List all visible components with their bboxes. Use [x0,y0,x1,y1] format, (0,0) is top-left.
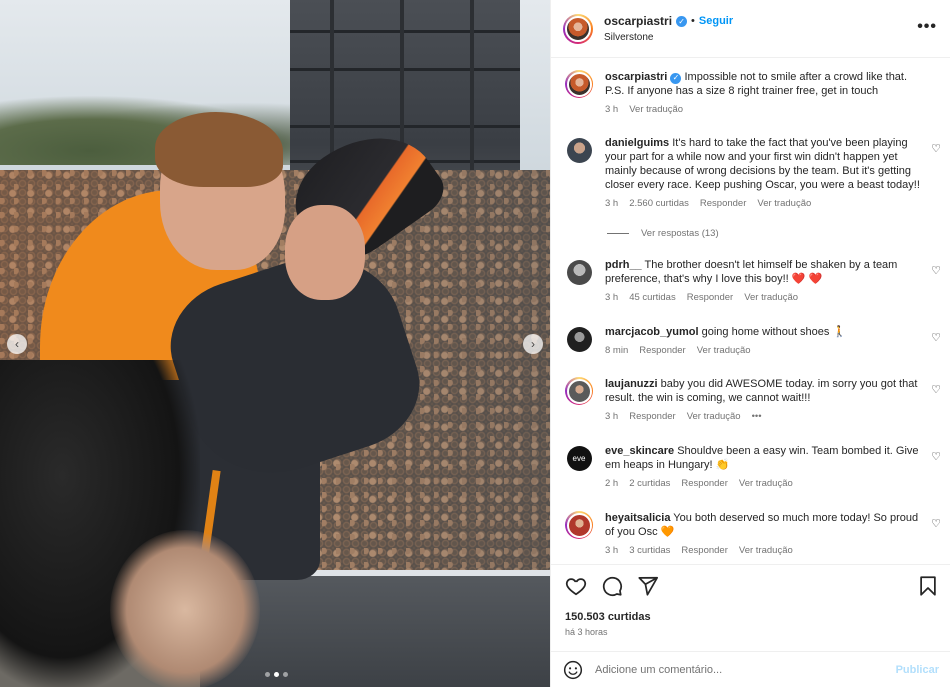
comment-like-heart-icon[interactable]: ♡ [931,383,941,396]
avatar[interactable] [565,511,593,539]
comment-like-heart-icon[interactable]: ♡ [931,142,941,155]
bookmark-icon[interactable] [917,575,939,597]
comment-time: 3 h [605,292,619,303]
post-sidebar: oscarpiastri ✓ • Seguir Silverstone ••• … [550,0,950,687]
chevron-right-icon: › [531,337,535,351]
reply-button[interactable]: Responder [687,292,733,303]
add-comment-bar: Publicar [551,651,950,687]
post-caption: oscarpiastri ✓ Impossible not to smile a… [565,70,945,115]
comment-username[interactable]: marcjacob_yumol [605,326,699,338]
caption-time: 3 h [605,104,619,115]
publish-button[interactable]: Publicar [896,664,939,676]
reply-button[interactable]: Responder [681,478,727,489]
send-icon[interactable] [637,575,659,597]
comment-username[interactable]: heyaitsalicia [605,512,670,524]
comment-item: marcjacob_yumol going home without shoes… [565,325,945,356]
carousel-prev-button[interactable]: ‹ [7,334,27,354]
photo-hand [285,205,365,300]
view-replies-label: Ver respostas (13) [641,228,719,239]
comment-text: going home without shoes 🚶 [701,326,847,338]
carousel-dot-active [274,672,279,677]
comment-time: 8 min [605,345,629,356]
comment-username[interactable]: laujanuzzi [605,378,658,390]
comment-time: 3 h [605,545,619,556]
comment-like-heart-icon[interactable]: ♡ [931,264,941,277]
reply-button[interactable]: Responder [629,411,675,422]
comment-like-heart-icon[interactable]: ♡ [931,450,941,463]
comment-username[interactable]: danielguims [605,137,669,149]
translate-link[interactable]: Ver tradução [697,345,751,356]
comment-username[interactable]: eve_skincare [605,445,674,457]
comment-text: The brother doesn't let himself be shake… [605,259,898,285]
photo-hair [155,112,283,187]
instagram-post: ‹ › oscarpiastri ✓ • Seguir Silverstone [0,0,950,687]
translate-link[interactable]: Ver tradução [629,104,683,115]
comment-time: 3 h [605,411,619,422]
comment-like-heart-icon[interactable]: ♡ [931,517,941,530]
comment-time: 2 h [605,478,619,489]
avatar[interactable] [563,13,593,44]
post-location[interactable]: Silverstone [604,32,733,43]
comment-input[interactable] [595,663,896,676]
comment-item: heyaitsalicia You both deserved so much … [565,511,945,556]
comment-likes[interactable]: 2 curtidas [629,478,670,489]
post-header: oscarpiastri ✓ • Seguir Silverstone ••• [551,0,950,58]
comment-username[interactable]: pdrh__ [605,259,642,271]
heart-icon[interactable] [565,575,587,597]
translate-link[interactable]: Ver tradução [687,411,741,422]
verified-badge-icon: ✓ [670,72,682,84]
emoji-icon[interactable] [563,660,583,680]
post-actions: 150.503 curtidas há 3 horas [551,564,950,652]
comment-likes[interactable]: 2.560 curtidas [629,198,689,209]
comment-item: danielguims It's hard to take the fact t… [565,136,945,209]
translate-link[interactable]: Ver tradução [739,545,793,556]
post-photo[interactable]: ‹ › [0,0,550,687]
post-time-ago: há 3 horas [565,627,608,637]
comment-more-icon[interactable]: ••• [752,411,762,422]
likes-count[interactable]: 150.503 curtidas [565,611,651,623]
follow-button[interactable]: Seguir [699,15,733,27]
view-replies-button[interactable]: Ver respostas (13) [607,228,719,239]
comment-item: laujanuzzi baby you did AWESOME today. i… [565,377,945,422]
avatar[interactable] [565,377,593,405]
avatar[interactable] [565,70,593,98]
carousel-dot [265,672,270,677]
reply-button[interactable]: Responder [700,198,746,209]
comment-icon[interactable] [601,575,623,597]
avatar[interactable] [565,258,593,286]
reply-button[interactable]: Responder [681,545,727,556]
translate-link[interactable]: Ver tradução [744,292,798,303]
avatar[interactable] [565,325,593,353]
avatar[interactable] [565,136,593,164]
verified-badge-icon: ✓ [676,15,688,27]
author-username[interactable]: oscarpiastri [604,14,672,28]
translate-link[interactable]: Ver tradução [739,478,793,489]
comment-likes[interactable]: 45 curtidas [629,292,675,303]
caption-username[interactable]: oscarpiastri [605,71,667,83]
comment-item: eve eve_skincare Shouldve been a easy wi… [565,444,945,489]
translate-link[interactable]: Ver tradução [757,198,811,209]
carousel-dots [265,672,288,677]
carousel-dot [283,672,288,677]
more-options-icon[interactable]: ••• [917,18,937,36]
comments-list[interactable]: oscarpiastri ✓ Impossible not to smile a… [551,58,950,564]
comment-like-heart-icon[interactable]: ♡ [931,331,941,344]
reply-button[interactable]: Responder [639,345,685,356]
comment-item: pdrh__ The brother doesn't let himself b… [565,258,945,303]
comment-likes[interactable]: 3 curtidas [629,545,670,556]
carousel-next-button[interactable]: › [523,334,543,354]
avatar[interactable]: eve [565,444,593,472]
comment-time: 3 h [605,198,619,209]
chevron-left-icon: ‹ [15,337,19,351]
